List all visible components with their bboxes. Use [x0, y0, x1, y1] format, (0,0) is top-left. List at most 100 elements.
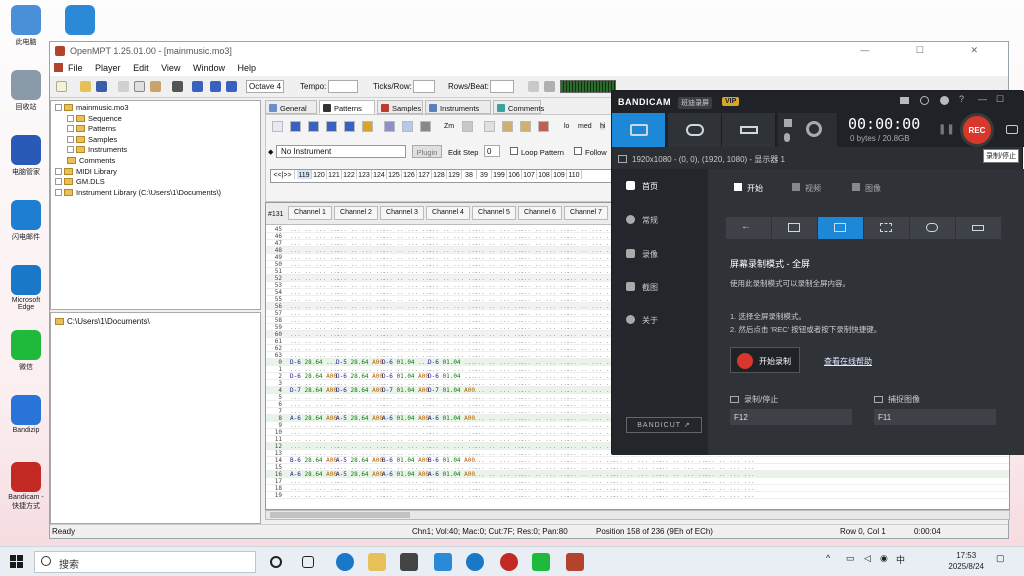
- empty-cell[interactable]: ... .. ... ...: [704, 492, 755, 499]
- empty-cell[interactable]: ... .. ... ...: [474, 352, 525, 359]
- play-icon[interactable]: [192, 81, 203, 92]
- microphone-icon[interactable]: [784, 133, 790, 142]
- empty-cell[interactable]: ... .. ... ...: [612, 485, 663, 492]
- empty-cell[interactable]: ... .. ... ...: [336, 317, 387, 324]
- stop-pattern-icon[interactable]: [344, 121, 355, 132]
- empty-cell[interactable]: ... .. ... ...: [290, 443, 341, 450]
- empty-cell[interactable]: ... .. ... ...: [704, 471, 755, 478]
- empty-cell[interactable]: ... .. ... ...: [336, 366, 387, 373]
- empty-cell[interactable]: ... .. ... ...: [566, 261, 617, 268]
- empty-cell[interactable]: ... .. ... ...: [520, 471, 571, 478]
- expand-icon[interactable]: [67, 135, 74, 143]
- empty-cell[interactable]: ... .. ... ...: [428, 240, 479, 247]
- empty-cell[interactable]: ... .. ... ...: [428, 380, 479, 387]
- menu-window[interactable]: Window: [193, 63, 225, 73]
- empty-cell[interactable]: ... .. ... ...: [566, 296, 617, 303]
- empty-cell[interactable]: ... .. ... ...: [382, 331, 433, 338]
- empty-cell[interactable]: ... .. ... ...: [520, 457, 571, 464]
- empty-cell[interactable]: ... .. ... ...: [658, 478, 709, 485]
- empty-cell[interactable]: ... .. ... ...: [428, 296, 479, 303]
- order-item[interactable]: 128: [432, 170, 447, 179]
- empty-cell[interactable]: ... .. ... ...: [658, 457, 709, 464]
- empty-cell[interactable]: ... .. ... ...: [520, 282, 571, 289]
- empty-cell[interactable]: ... .. ... ...: [336, 464, 387, 471]
- empty-cell[interactable]: ... .. ... ...: [566, 331, 617, 338]
- empty-cell[interactable]: ... .. ... ...: [290, 261, 341, 268]
- empty-cell[interactable]: ... .. ... ...: [474, 492, 525, 499]
- empty-cell[interactable]: ... .. ... ...: [566, 471, 617, 478]
- empty-cell[interactable]: ... .. ... ...: [520, 401, 571, 408]
- empty-cell[interactable]: ... .. ... ...: [382, 366, 433, 373]
- midi-icon[interactable]: [172, 81, 183, 92]
- empty-cell[interactable]: ... .. ... ...: [382, 436, 433, 443]
- order-item[interactable]: 129: [447, 170, 462, 179]
- order-item[interactable]: 106: [507, 170, 522, 179]
- empty-cell[interactable]: ... .. ... ...: [382, 485, 433, 492]
- empty-cell[interactable]: ... .. ... ...: [520, 331, 571, 338]
- empty-cell[interactable]: ... .. ... ...: [290, 268, 341, 275]
- instrument-select[interactable]: No Instrument: [276, 145, 406, 158]
- empty-cell[interactable]: ... .. ... ...: [474, 366, 525, 373]
- empty-cell[interactable]: ... .. ... ...: [336, 485, 387, 492]
- game-mode-button[interactable]: [910, 217, 955, 239]
- empty-cell[interactable]: ... .. ... ...: [428, 478, 479, 485]
- empty-cell[interactable]: ... .. ... ...: [566, 457, 617, 464]
- pause-icon[interactable]: ❚❚: [938, 124, 955, 135]
- back-button[interactable]: ←: [726, 217, 771, 239]
- empty-cell[interactable]: ... .. ... ...: [428, 394, 479, 401]
- scroll-thumb[interactable]: [270, 512, 410, 518]
- ime-indicator[interactable]: 中: [896, 553, 905, 566]
- order-nav[interactable]: <<|>>: [271, 170, 295, 179]
- note-cell[interactable]: D-6 01.04 ...: [382, 359, 429, 366]
- hotkey-capture-field[interactable]: F11: [874, 409, 996, 425]
- order-item[interactable]: 199: [492, 170, 507, 179]
- empty-cell[interactable]: ... .. ... ...: [520, 450, 571, 457]
- pattern-row[interactable]: 14 B-6 28.64 A00 A-5 28.64 A00 B-6 01.04 A0…: [266, 457, 1009, 464]
- empty-cell[interactable]: ... .. ... ...: [520, 380, 571, 387]
- empty-cell[interactable]: ... .. ... ...: [290, 429, 341, 436]
- empty-cell[interactable]: ... .. ... ...: [382, 303, 433, 310]
- empty-cell[interactable]: ... .. ... ...: [520, 254, 571, 261]
- empty-cell[interactable]: ... .. ... ...: [428, 282, 479, 289]
- empty-cell[interactable]: ... .. ... ...: [474, 338, 525, 345]
- sidebar-item-general[interactable]: 常规: [626, 215, 658, 226]
- empty-cell[interactable]: ... .. ... ...: [520, 303, 571, 310]
- empty-cell[interactable]: ... .. ... ...: [290, 464, 341, 471]
- empty-cell[interactable]: ... .. ... ...: [612, 471, 663, 478]
- empty-cell[interactable]: ... .. ... ...: [474, 380, 525, 387]
- settings-icon[interactable]: [940, 96, 949, 105]
- empty-cell[interactable]: ... .. ... ...: [474, 282, 525, 289]
- expand-icon[interactable]: [55, 178, 62, 186]
- empty-cell[interactable]: ... .. ... ...: [566, 387, 617, 394]
- empty-cell[interactable]: ... .. ... ...: [336, 394, 387, 401]
- note-cell[interactable]: D-6 28.64 A00: [336, 373, 383, 380]
- empty-cell[interactable]: ... .. ... ...: [382, 240, 433, 247]
- empty-cell[interactable]: ... .. ... ...: [336, 254, 387, 261]
- empty-cell[interactable]: ... .. ... ...: [612, 457, 663, 464]
- empty-cell[interactable]: ... .. ... ...: [566, 436, 617, 443]
- empty-cell[interactable]: ... .. ... ...: [382, 429, 433, 436]
- empty-cell[interactable]: ... .. ... ...: [336, 226, 387, 233]
- empty-cell[interactable]: ... .. ... ...: [566, 303, 617, 310]
- empty-cell[interactable]: ... .. ... ...: [474, 422, 525, 429]
- fullscreen-mode-button[interactable]: [818, 217, 863, 239]
- empty-cell[interactable]: ... .. ... ...: [474, 317, 525, 324]
- order-item[interactable]: 127: [417, 170, 432, 179]
- play-row-icon[interactable]: [308, 121, 319, 132]
- openmpt-icon[interactable]: [566, 553, 584, 571]
- tree-item[interactable]: Instruments: [67, 145, 127, 154]
- empty-cell[interactable]: ... .. ... ...: [566, 464, 617, 471]
- order-item[interactable]: 126: [402, 170, 417, 179]
- subtab-start[interactable]: 开始: [734, 183, 763, 194]
- empty-cell[interactable]: ... .. ... ...: [474, 464, 525, 471]
- empty-cell[interactable]: ... .. ... ...: [612, 492, 663, 499]
- order-item[interactable]: 38: [462, 170, 477, 179]
- empty-cell[interactable]: ... .. ... ...: [566, 282, 617, 289]
- window-controls[interactable]: — ☐ ✕: [860, 45, 1000, 56]
- vu-toggle-icon[interactable]: [384, 121, 395, 132]
- empty-cell[interactable]: ... .. ... ...: [658, 492, 709, 499]
- tab-comments[interactable]: Comments: [493, 100, 544, 114]
- empty-cell[interactable]: ... .. ... ...: [336, 331, 387, 338]
- empty-cell[interactable]: ... .. ... ...: [474, 415, 525, 422]
- empty-cell[interactable]: ... .. ... ...: [520, 317, 571, 324]
